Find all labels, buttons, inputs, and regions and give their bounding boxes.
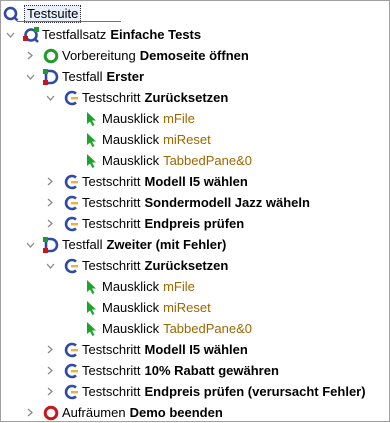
tree-node-testcase[interactable]: Testfall Zweiter (mit Fehler) xyxy=(23,234,389,255)
chevron-right-icon[interactable] xyxy=(43,171,57,192)
component-id: TabbedPane&0 xyxy=(163,153,252,168)
mouse-pointer-icon xyxy=(83,111,99,127)
tree-node-teststep[interactable]: Testschritt Modell I5 wählen xyxy=(43,339,389,360)
tree-node-cleanup[interactable]: Aufräumen Demo beenden xyxy=(23,402,389,423)
chevron-right-icon[interactable] xyxy=(43,360,57,381)
testcase-icon xyxy=(43,236,59,253)
node-kind: Testschritt xyxy=(82,258,141,273)
node-kind: Testfall xyxy=(62,237,103,252)
chevron-right-icon[interactable] xyxy=(43,192,57,213)
node-name: 10% Rabatt gewähren xyxy=(144,363,279,378)
node-kind: Testschritt xyxy=(82,363,141,378)
tree-node-teststep[interactable]: Testschritt Modell I5 wählen xyxy=(43,171,389,192)
mouse-pointer-icon xyxy=(83,300,99,316)
node-kind: Testschritt xyxy=(82,174,141,189)
node-name: Sondermodell Jazz wäheln xyxy=(144,195,310,210)
node-name: Endpreis prüfen (verursacht Fehler) xyxy=(144,384,366,399)
chevron-right-icon[interactable] xyxy=(43,339,57,360)
node-kind: Testschritt xyxy=(82,342,141,357)
drag-marker xyxy=(17,21,121,22)
chevron-down-icon[interactable] xyxy=(43,87,57,108)
tree-node-mouseclick[interactable]: Mausklick TabbedPane&0 xyxy=(83,318,389,339)
tree-node-mouseclick[interactable]: Mausklick TabbedPane&0 xyxy=(83,150,389,171)
node-kind: Testschritt xyxy=(82,216,141,231)
teststep-icon xyxy=(63,363,79,379)
setup-icon xyxy=(43,48,59,64)
tree-node-teststep[interactable]: Testschritt Zurücksetzen xyxy=(43,255,389,276)
node-name: Zurücksetzen xyxy=(144,258,229,273)
teststep-icon xyxy=(63,384,79,400)
chevron-right-icon[interactable] xyxy=(23,45,37,66)
testcase-icon xyxy=(43,68,59,85)
node-kind: Vorbereitung xyxy=(62,48,136,63)
node-name: Modell I5 wählen xyxy=(144,174,248,189)
node-kind: Testfallsatz xyxy=(42,27,107,42)
tree-node-setup[interactable]: Vorbereitung Demoseite öffnen xyxy=(23,45,389,66)
component-id: TabbedPane&0 xyxy=(163,321,252,336)
node-name: Modell I5 wählen xyxy=(144,342,248,357)
tree-node-teststep[interactable]: Testschritt Sondermodell Jazz wäheln xyxy=(43,192,389,213)
chevron-down-icon[interactable] xyxy=(23,234,37,255)
chevron-right-icon[interactable] xyxy=(43,381,57,402)
testset-icon xyxy=(23,26,39,43)
node-kind: Testschritt xyxy=(82,384,141,399)
node-name: Zweiter (mit Fehler) xyxy=(106,237,227,252)
mouse-pointer-icon xyxy=(83,279,99,295)
node-kind: Mausklick xyxy=(102,111,160,126)
mouse-pointer-icon xyxy=(83,321,99,337)
test-suite-tree[interactable]: Testsuite Testfallsatz Einfache Tests Vo… xyxy=(0,0,390,422)
tree-node-label: Testsuite xyxy=(24,4,82,23)
tree-node-teststep[interactable]: Testschritt 10% Rabatt gewähren xyxy=(43,360,389,381)
tree-node-teststep[interactable]: Testschritt Zurücksetzen xyxy=(43,87,389,108)
tree-node-testset[interactable]: Testfallsatz Einfache Tests xyxy=(3,24,389,45)
chevron-down-icon[interactable] xyxy=(3,24,17,45)
tree-node-teststep[interactable]: Testschritt Endpreis prüfen xyxy=(43,213,389,234)
chevron-down-icon[interactable] xyxy=(23,66,37,87)
mouse-pointer-icon xyxy=(83,132,99,148)
node-kind: Mausklick xyxy=(102,321,160,336)
teststep-icon xyxy=(63,258,79,274)
chevron-down-icon[interactable] xyxy=(43,255,57,276)
teststep-icon xyxy=(63,216,79,232)
component-id: miReset xyxy=(163,300,211,315)
node-name: Demoseite öffnen xyxy=(139,48,249,63)
node-kind: Aufräumen xyxy=(62,405,126,420)
tree-node-mouseclick[interactable]: Mausklick miReset xyxy=(83,129,389,150)
teststep-icon xyxy=(63,342,79,358)
tree-node-teststep[interactable]: Testschritt Endpreis prüfen (verursacht … xyxy=(43,381,389,402)
node-kind: Testfall xyxy=(62,69,103,84)
node-kind: Mausklick xyxy=(102,153,160,168)
node-kind: Mausklick xyxy=(102,279,160,294)
mouse-pointer-icon xyxy=(83,153,99,169)
chevron-right-icon[interactable] xyxy=(43,213,57,234)
tree-node-mouseclick[interactable]: Mausklick miReset xyxy=(83,297,389,318)
tree-node-mouseclick[interactable]: Mausklick mFile xyxy=(83,108,389,129)
chevron-right-icon[interactable] xyxy=(23,402,37,423)
component-id: miReset xyxy=(163,132,211,147)
node-name: Einfache Tests xyxy=(110,27,202,42)
node-name: Erster xyxy=(106,69,145,84)
tree-node-testcase[interactable]: Testfall Erster xyxy=(23,66,389,87)
teststep-icon xyxy=(63,195,79,211)
teststep-icon xyxy=(63,90,79,106)
node-kind: Testschritt xyxy=(82,195,141,210)
node-name: Zurücksetzen xyxy=(144,90,229,105)
node-kind: Mausklick xyxy=(102,300,160,315)
tree-node-mouseclick[interactable]: Mausklick mFile xyxy=(83,276,389,297)
node-kind: Testschritt xyxy=(82,90,141,105)
cleanup-icon xyxy=(43,405,59,421)
teststep-icon xyxy=(63,174,79,190)
node-name: Demo beenden xyxy=(129,405,223,420)
node-kind: Mausklick xyxy=(102,132,160,147)
component-id: mFile xyxy=(163,279,195,294)
component-id: mFile xyxy=(163,111,195,126)
node-name: Endpreis prüfen xyxy=(144,216,245,231)
testsuite-icon xyxy=(3,6,19,22)
